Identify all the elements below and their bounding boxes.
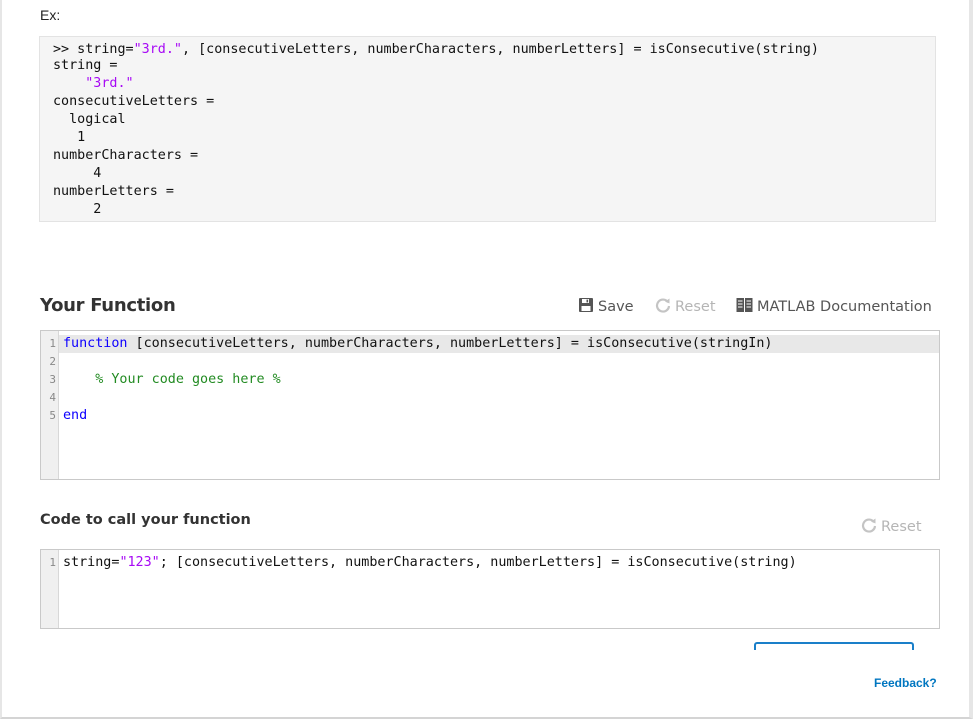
run-function-button[interactable]: [754, 642, 914, 650]
line-number: 2: [49, 355, 56, 368]
code-text: string=: [63, 555, 120, 570]
example-line: 1: [53, 130, 86, 145]
your-function-title: Your Function: [40, 295, 176, 316]
save-icon: [578, 297, 594, 317]
call-function-title: Code to call your function: [40, 512, 251, 528]
line-number: 4: [49, 391, 56, 404]
example-line: consecutiveLetters =: [53, 94, 215, 109]
example-line: 4: [53, 166, 102, 181]
reset-label: Reset: [881, 519, 922, 535]
save-button[interactable]: Save: [578, 297, 634, 317]
example-line: string =: [53, 58, 118, 73]
example-line: numberCharacters =: [53, 148, 199, 163]
code-text: >> string=: [53, 42, 134, 57]
save-label: Save: [598, 299, 634, 315]
line-number: 3: [49, 373, 56, 386]
reset-icon: [861, 517, 877, 537]
line-number: 1: [49, 556, 56, 569]
keyword: function: [63, 336, 128, 351]
line-number: 5: [49, 409, 56, 422]
keyword[interactable]: end: [63, 407, 87, 425]
example-output-box: >> string="3rd.", [consecutiveLetters, n…: [39, 36, 936, 222]
reset-icon: [655, 297, 671, 317]
string-literal: "123": [119, 555, 160, 570]
book-icon: [736, 297, 753, 317]
reset-button[interactable]: Reset: [655, 297, 716, 317]
reset-label: Reset: [675, 299, 716, 315]
code-line[interactable]: string="123"; [consecutiveLetters, numbe…: [63, 554, 797, 572]
docs-label: MATLAB Documentation: [757, 299, 932, 315]
line-number: 1: [49, 337, 56, 350]
code-text: ; [consecutiveLetters, numberCharacters,…: [159, 555, 797, 570]
call-reset-button[interactable]: Reset: [861, 517, 922, 537]
string-literal: "3rd.": [133, 42, 182, 57]
example-line: numberLetters =: [53, 184, 174, 199]
code-text: [consecutiveLetters, numberCharacters, n…: [127, 336, 773, 351]
matlab-documentation-link[interactable]: MATLAB Documentation: [736, 297, 932, 317]
code-comment[interactable]: % Your code goes here %: [63, 371, 280, 389]
function-editor[interactable]: 1 2 3 4 5 function [consecutiveLetters, …: [40, 330, 940, 480]
example-label: Ex:: [40, 7, 61, 23]
call-function-editor[interactable]: 1 string="123"; [consecutiveLetters, num…: [40, 549, 940, 629]
example-line: >> string="3rd.", [consecutiveLetters, n…: [53, 41, 819, 59]
feedback-link[interactable]: Feedback?: [874, 676, 937, 690]
code-line[interactable]: function [consecutiveLetters, numberChar…: [63, 335, 772, 353]
example-line: logical: [53, 112, 126, 127]
example-line: "3rd.": [53, 76, 134, 91]
example-line: 2: [53, 202, 102, 217]
code-text: , [consecutiveLetters, numberCharacters,…: [182, 42, 819, 57]
